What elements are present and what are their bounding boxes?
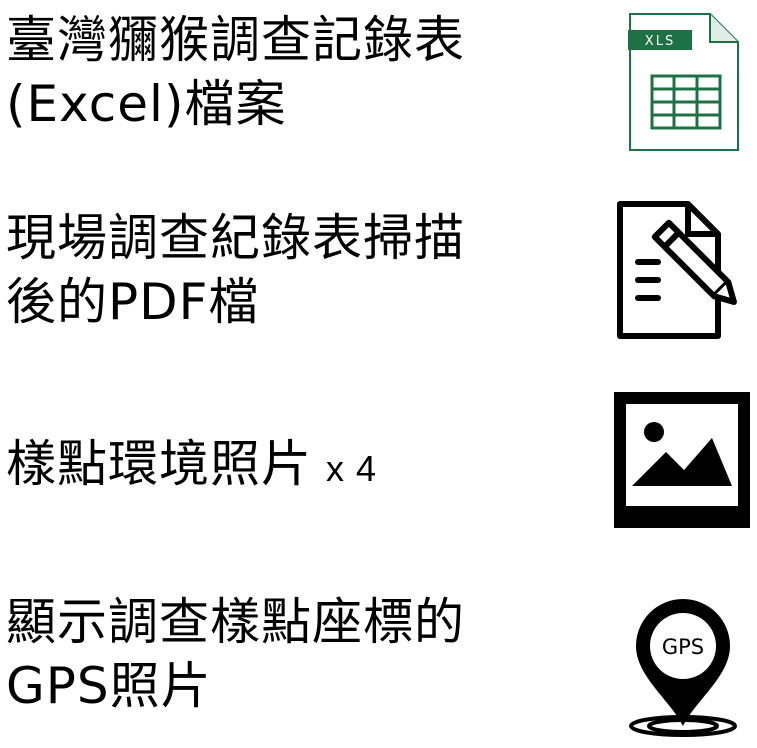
- document-edit-icon: [608, 200, 756, 350]
- excel-file-icon: XLS: [628, 12, 740, 156]
- item-excel-line-2: (Excel)檔案: [6, 75, 287, 133]
- item-photo-label: 樣點環境照片: [6, 435, 312, 493]
- item-pdf-line-1: 現場調查紀錄表掃描: [6, 209, 465, 267]
- gps-label: GPS: [662, 635, 704, 659]
- item-excel-text: 臺灣獼猴調查記錄表 (Excel)檔案: [6, 8, 465, 136]
- photo-icon: [612, 390, 752, 534]
- item-gps-line-2: GPS照片: [6, 657, 212, 715]
- item-pdf-text: 現場調查紀錄表掃描 後的PDF檔: [6, 206, 465, 334]
- item-photo-count: x 4: [326, 448, 378, 489]
- item-gps-line-1: 顯示調查樣點座標的: [6, 593, 465, 651]
- xls-label: XLS: [645, 34, 675, 49]
- item-photo-text: 樣點環境照片 x 4: [6, 432, 377, 501]
- item-gps-text: 顯示調查樣點座標的 GPS照片: [6, 590, 465, 718]
- item-excel-line-1: 臺灣獼猴調查記錄表: [6, 11, 465, 69]
- item-pdf-line-2: 後的PDF檔: [6, 273, 260, 331]
- gps-pin-icon: GPS: [618, 592, 748, 748]
- item-photo-line: 樣點環境照片 x 4: [6, 432, 377, 501]
